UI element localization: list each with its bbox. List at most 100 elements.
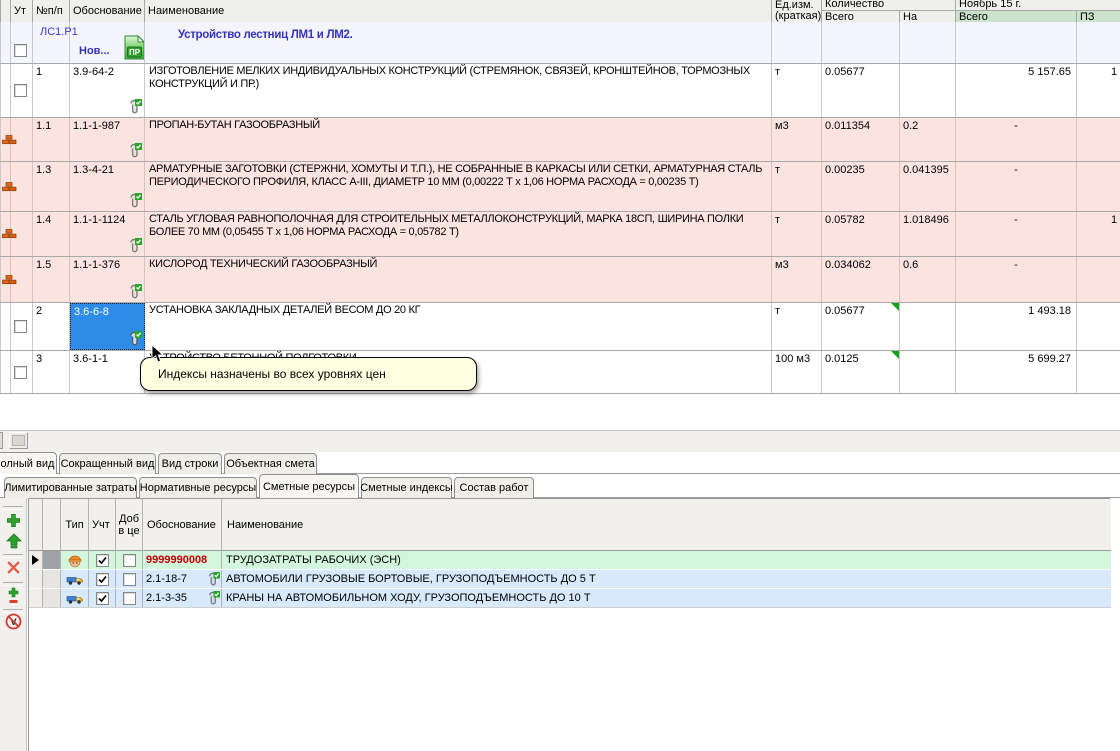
resource-row-labor[interactable]: 9999990008 ТРУДОЗАТРАТЫ РАБОЧИХ (ЭСН)	[29, 551, 1111, 570]
section-row[interactable]: ЛС1.Р1 Нов... ПР Устройство лестниц ЛМ1 …	[0, 22, 1120, 64]
bricks-icon	[2, 274, 17, 284]
bricks-icon	[2, 134, 17, 144]
justification-cell[interactable]: 3.9-64-2	[70, 64, 145, 117]
header-period-total: Всего	[956, 10, 1077, 22]
tab-short-view[interactable]: Сокращенный вид	[59, 453, 156, 474]
header-qty-total: Всего	[822, 10, 900, 22]
approve-checkbox[interactable]	[14, 365, 27, 379]
header-type: Тип	[61, 499, 89, 551]
table-row-material[interactable]: 1.5 1.1-1-376 КИСЛОРОД ТЕХНИЧЕСКИЙ ГАЗОО…	[0, 257, 1120, 303]
material-name[interactable]: СТАЛЬ УГЛОВАЯ РАВНОПОЛОЧНАЯ ДЛЯ СТРОИТЕЛ…	[145, 212, 772, 256]
tab-estimate-resources[interactable]: Сметные ресурсы	[259, 474, 359, 498]
resource-name[interactable]: ТРУДОЗАТРАТЫ РАБОЧИХ (ЭСН)	[222, 551, 1111, 569]
paperclip-check-icon[interactable]	[127, 237, 142, 254]
header-qty-per-unit: На единицу	[900, 10, 956, 22]
top-grid-header: Ут №п/п Обоснование Наименование Ед.изм.…	[0, 0, 1120, 22]
accounted-checkbox[interactable]	[95, 591, 109, 605]
section-name: Устройство лестниц ЛМ1 и ЛМ2.	[178, 29, 353, 41]
approve-checkbox[interactable]	[14, 84, 27, 97]
header-num: №п/п	[33, 0, 70, 22]
table-row-material[interactable]: 1.4 1.1-1-1124 СТАЛЬ УГЛОВАЯ РАВНОПОЛОЧН…	[0, 212, 1120, 257]
current-row-arrow-icon	[32, 555, 39, 565]
header-quantity-group: Количество	[822, 0, 956, 10]
resource-name[interactable]: КРАНЫ НА АВТОМОБИЛЬНОМ ХОДУ, ГРУЗОПОДЪЕМ…	[222, 589, 1111, 607]
paperclip-check-icon[interactable]	[127, 142, 142, 159]
tab-estimate-indexes[interactable]: Сметные индексы	[360, 477, 453, 498]
paperclip-check-icon[interactable]	[127, 330, 142, 347]
row-num[interactable]: 1	[33, 64, 70, 117]
worker-icon	[68, 555, 81, 567]
resource-toolbar: V	[0, 498, 27, 751]
justification-cell-selected[interactable]: 3.6-6-8	[70, 303, 145, 350]
add-to-price-checkbox[interactable]	[122, 591, 136, 605]
splitter-handle[interactable]	[0, 432, 3, 449]
header-unit: Ед.изм. (краткая)	[772, 0, 822, 22]
header-ut: Ут	[11, 0, 33, 22]
table-row-material[interactable]: 1.3 1.3-4-21 АРМАТУРНЫЕ ЗАГОТОВКИ (СТЕРЖ…	[0, 162, 1120, 212]
tab-normative-resources[interactable]: Нормативные ресурсы	[139, 477, 257, 498]
header-period-group: Ноябрь 15 г.	[956, 0, 1120, 10]
accounted-checkbox[interactable]	[95, 553, 109, 567]
section-obosn: Нов...	[79, 45, 110, 57]
paperclip-check-icon[interactable]	[206, 590, 220, 606]
approve-checkbox[interactable]	[14, 320, 27, 333]
material-name[interactable]: КИСЛОРОД ТЕХНИЧЕСКИЙ ГАЗООБРАЗНЫЙ	[145, 257, 772, 302]
header-obosn: Обоснование	[143, 499, 222, 551]
truck-icon	[66, 595, 83, 604]
index-corner-mark	[891, 351, 899, 359]
paperclip-check-icon[interactable]	[127, 283, 142, 300]
accounted-checkbox[interactable]	[95, 572, 109, 586]
resource-code: 2.1-18-7	[146, 573, 187, 585]
tab-work-composition[interactable]: Состав работ	[454, 477, 534, 498]
resource-name[interactable]: АВТОМОБИЛИ ГРУЗОВЫЕ БОРТОВЫЕ, ГРУЗОПОДЪЕ…	[222, 570, 1111, 588]
resource-row-machine[interactable]: 2.1-3-35 КРАНЫ НА АВТОМОБИЛЬНОМ ХОДУ, ГР…	[29, 589, 1111, 608]
justification-cell[interactable]: 1.1-1-1124	[70, 212, 145, 256]
resource-row-machine[interactable]: 2.1-18-7 АВТОМОБИЛИ ГРУЗОВЫЕ БОРТОВЫЕ, Г…	[29, 570, 1111, 589]
header-indicator	[0, 0, 11, 22]
work-name[interactable]: УСТАНОВКА ЗАКЛАДНЫХ ДЕТАЛЕЙ ВЕСОМ ДО 20 …	[145, 303, 772, 350]
tab-row-view[interactable]: Вид строки	[158, 453, 222, 474]
material-name[interactable]: АРМАТУРНЫЕ ЗАГОТОВКИ (СТЕРЖНИ, ХОМУТЫ И …	[145, 162, 772, 211]
justification-cell[interactable]: 1.1-1-987	[70, 118, 145, 161]
paperclip-check-icon[interactable]	[206, 571, 220, 587]
header-name: Наименование	[145, 0, 772, 22]
delete-icon[interactable]	[5, 559, 22, 576]
tab-limited-costs[interactable]: Лимитированные затраты	[4, 477, 137, 498]
paperclip-check-icon[interactable]	[127, 98, 142, 115]
index-corner-mark	[891, 303, 899, 311]
no-v-icon[interactable]: V	[5, 613, 22, 630]
resources-grid: Тип Учт Доб в це Обоснование Наименовани…	[28, 498, 1111, 751]
mouse-cursor	[151, 344, 164, 363]
header-add-to-price: Доб в це	[116, 499, 143, 551]
bottom-panel-toolbar	[0, 431, 1120, 452]
pr-document-icon: ПР	[124, 34, 144, 60]
add-remove-icon[interactable]	[5, 587, 22, 604]
header-period-pz: ПЗ	[1077, 10, 1120, 22]
justification-cell[interactable]: 1.1-1-376	[70, 257, 145, 302]
justification-cell[interactable]: 1.3-4-21	[70, 162, 145, 211]
tab-full-view[interactable]: Полный вид	[0, 452, 57, 474]
add-to-price-checkbox[interactable]	[122, 553, 136, 567]
header-name: Наименование	[222, 499, 1111, 551]
estimate-app-window: Ут №п/п Обоснование Наименование Ед.изм.…	[0, 0, 1120, 751]
truck-icon	[66, 576, 83, 585]
header-accounted: Учт	[89, 499, 116, 551]
resource-code: 9999990008	[146, 554, 208, 566]
panel-small-button[interactable]	[9, 432, 28, 449]
approve-checkbox[interactable]	[14, 44, 27, 57]
table-row[interactable]: 1 3.9-64-2 ИЗГОТОВЛЕНИЕ МЕЛКИХ ИНДИВИДУА…	[0, 64, 1120, 118]
justification-cell[interactable]: 3.6-1-1	[70, 351, 145, 393]
tab-object-estimate[interactable]: Объектная смета	[224, 453, 317, 474]
material-name[interactable]: ПРОПАН-БУТАН ГАЗООБРАЗНЫЙ	[145, 118, 772, 161]
header-obosn: Обоснование	[70, 0, 145, 22]
svg-text:ПР: ПР	[129, 48, 141, 57]
row-indicator	[29, 551, 43, 569]
add-icon[interactable]	[5, 512, 22, 529]
add-to-price-checkbox[interactable]	[122, 572, 136, 586]
table-row[interactable]: 2 3.6-6-8 УСТАНОВКА ЗАКЛАДНЫХ ДЕТАЛЕЙ ВЕ…	[0, 303, 1120, 351]
table-row-material[interactable]: 1.1 1.1-1-987 ПРОПАН-БУТАН ГАЗООБРАЗНЫЙ …	[0, 118, 1120, 162]
index-tooltip: Индексы назначены во всех уровнях цен	[140, 357, 477, 391]
paperclip-check-icon[interactable]	[127, 192, 142, 209]
move-up-icon[interactable]	[5, 532, 22, 549]
work-name[interactable]: ИЗГОТОВЛЕНИЕ МЕЛКИХ ИНДИВИДУАЛЬНЫХ КОНСТ…	[145, 64, 772, 117]
